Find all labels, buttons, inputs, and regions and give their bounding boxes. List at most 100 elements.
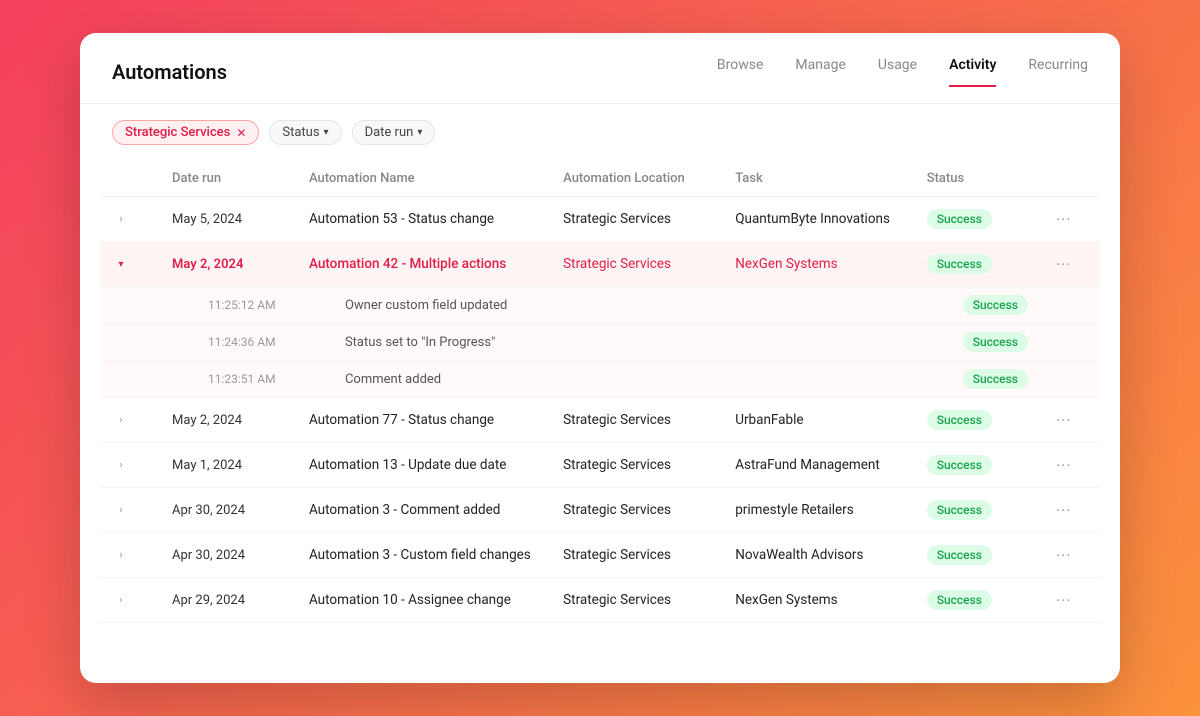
status-cell: Success (915, 197, 1040, 242)
more-options-button[interactable]: ··· (1052, 208, 1076, 231)
tab-manage[interactable]: Manage (795, 57, 845, 87)
more-options-button[interactable]: ··· (1052, 253, 1076, 276)
more-options-cell: ··· (1040, 578, 1100, 623)
sub-action: Comment added (297, 361, 723, 398)
status-cell: Success (915, 443, 1040, 488)
sub-task-empty (723, 361, 915, 398)
date-cell: Apr 29, 2024 (160, 578, 297, 623)
status-badge: Success (927, 590, 992, 610)
location-cell: Strategic Services (551, 398, 723, 443)
location-cell: Strategic Services (551, 488, 723, 533)
sub-status-cell: Success (915, 287, 1040, 324)
col-status-header: Status (915, 161, 1040, 197)
automation-name-cell: Automation 10 - Assignee change (297, 578, 551, 623)
location-cell: Strategic Services (551, 242, 723, 287)
more-options-button[interactable]: ··· (1052, 499, 1076, 522)
expand-icon[interactable]: › (112, 591, 130, 609)
sub-row: 11:23:51 AM Comment added Success (100, 361, 1100, 398)
expand-icon[interactable]: › (112, 501, 130, 519)
date-cell: Apr 30, 2024 (160, 533, 297, 578)
tab-usage[interactable]: Usage (878, 57, 917, 87)
status-badge: Success (927, 455, 992, 475)
col-name-header: Automation Name (297, 161, 551, 197)
task-cell: AstraFund Management (723, 443, 915, 488)
table-row: › Apr 30, 2024 Automation 3 - Comment ad… (100, 488, 1100, 533)
sub-row: 11:25:12 AM Owner custom field updated S… (100, 287, 1100, 324)
automation-name-cell: Automation 77 - Status change (297, 398, 551, 443)
sub-action: Status set to "In Progress" (297, 324, 723, 361)
task-cell: UrbanFable (723, 398, 915, 443)
sub-expand (100, 287, 160, 324)
status-filter-button[interactable]: Status ▾ (269, 120, 341, 145)
status-badge: Success (927, 500, 992, 520)
date-cell: Apr 30, 2024 (160, 488, 297, 533)
location-cell: Strategic Services (551, 533, 723, 578)
table-row: › May 5, 2024 Automation 53 - Status cha… (100, 197, 1100, 242)
automation-name-cell: Automation 42 - Multiple actions (297, 242, 551, 287)
sub-more-empty (1040, 361, 1100, 398)
more-options-cell: ··· (1040, 197, 1100, 242)
table-row: › Apr 30, 2024 Automation 3 - Custom fie… (100, 533, 1100, 578)
task-cell: NexGen Systems (723, 578, 915, 623)
expand-icon[interactable]: › (112, 411, 130, 429)
tabs-nav: Browse Manage Usage Activity Recurring (717, 57, 1088, 87)
expand-icon[interactable]: ▾ (112, 255, 130, 273)
task-cell: NexGen Systems (723, 242, 915, 287)
sub-task-empty (723, 324, 915, 361)
col-more-header (1040, 161, 1100, 197)
more-options-cell: ··· (1040, 533, 1100, 578)
filters-bar: Strategic Services ✕ Status ▾ Date run ▾ (80, 104, 1120, 161)
task-cell: QuantumByte Innovations (723, 197, 915, 242)
status-badge: Success (927, 209, 992, 229)
expand-icon[interactable]: › (112, 546, 130, 564)
date-cell: May 5, 2024 (160, 197, 297, 242)
tab-activity[interactable]: Activity (949, 57, 996, 87)
status-cell: Success (915, 533, 1040, 578)
table-row: ▾ May 2, 2024 Automation 42 - Multiple a… (100, 242, 1100, 287)
daterun-filter-button[interactable]: Date run ▾ (352, 120, 436, 145)
date-cell: May 1, 2024 (160, 443, 297, 488)
location-cell: Strategic Services (551, 443, 723, 488)
sub-expand (100, 361, 160, 398)
table-row: › May 1, 2024 Automation 13 - Update due… (100, 443, 1100, 488)
expand-icon[interactable]: › (112, 456, 130, 474)
table-row: › Apr 29, 2024 Automation 10 - Assignee … (100, 578, 1100, 623)
header: Automations Browse Manage Usage Activity… (80, 33, 1120, 104)
more-options-button[interactable]: ··· (1052, 409, 1076, 432)
chevron-down-icon: ▾ (417, 127, 422, 138)
sub-row: 11:24:36 AM Status set to "In Progress" … (100, 324, 1100, 361)
status-badge: Success (927, 545, 992, 565)
location-cell: Strategic Services (551, 197, 723, 242)
sub-more-empty (1040, 324, 1100, 361)
table-row: › May 2, 2024 Automation 77 - Status cha… (100, 398, 1100, 443)
status-badge: Success (963, 295, 1028, 315)
more-options-button[interactable]: ··· (1052, 454, 1076, 477)
sub-task-empty (723, 287, 915, 324)
filter-tag-strategic-services[interactable]: Strategic Services ✕ (112, 120, 259, 145)
tab-browse[interactable]: Browse (717, 57, 763, 87)
more-options-button[interactable]: ··· (1052, 589, 1076, 612)
date-cell: May 2, 2024 (160, 398, 297, 443)
header-top: Automations Browse Manage Usage Activity… (112, 57, 1088, 87)
col-expand-header (100, 161, 160, 197)
more-options-cell: ··· (1040, 398, 1100, 443)
more-options-cell: ··· (1040, 242, 1100, 287)
status-badge: Success (927, 254, 992, 274)
automation-name-cell: Automation 13 - Update due date (297, 443, 551, 488)
status-cell: Success (915, 398, 1040, 443)
table-header-row: Date run Automation Name Automation Loca… (100, 161, 1100, 197)
sub-status-cell: Success (915, 324, 1040, 361)
table-container: Date run Automation Name Automation Loca… (80, 161, 1120, 683)
status-cell: Success (915, 578, 1040, 623)
sub-more-empty (1040, 287, 1100, 324)
sub-action: Owner custom field updated (297, 287, 723, 324)
tab-recurring[interactable]: Recurring (1028, 57, 1088, 87)
more-options-cell: ··· (1040, 488, 1100, 533)
expand-icon[interactable]: › (112, 210, 130, 228)
close-icon[interactable]: ✕ (236, 126, 246, 140)
status-badge: Success (963, 369, 1028, 389)
task-cell: primestyle Retailers (723, 488, 915, 533)
main-card: Automations Browse Manage Usage Activity… (80, 33, 1120, 683)
sub-status-cell: Success (915, 361, 1040, 398)
more-options-button[interactable]: ··· (1052, 544, 1076, 567)
